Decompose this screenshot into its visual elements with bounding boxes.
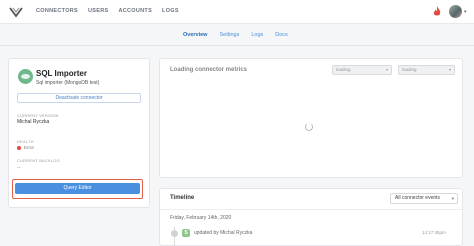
backlog-label: CURRENT BACKLOG xyxy=(17,158,60,163)
query-editor-button[interactable]: Query Editor xyxy=(15,183,140,194)
version-label: CURRENT VERSION xyxy=(17,113,59,118)
timeline-card: Timeline All connector events ▾ Friday, … xyxy=(159,188,463,246)
timeline-date: Friday, February 14th, 2020 xyxy=(170,215,232,221)
connector-subtitle: Sql importer (MongoDB test) xyxy=(36,80,100,86)
avatar[interactable] xyxy=(449,5,462,18)
tab-settings[interactable]: Settings xyxy=(219,32,239,38)
logo-icon[interactable] xyxy=(9,6,23,18)
timeline-title: Timeline xyxy=(170,195,195,201)
nav-connectors[interactable]: CONNECTORS xyxy=(36,8,78,14)
divider xyxy=(160,209,462,210)
connector-title: SQL Importer xyxy=(36,69,87,78)
flame-icon[interactable] xyxy=(433,6,441,17)
nav-accounts[interactable]: ACCOUNTS xyxy=(118,8,152,14)
metrics-select-2-value: loading xyxy=(402,67,417,72)
backlog-value: -- xyxy=(17,165,21,171)
loading-spinner-icon xyxy=(305,123,313,131)
health-status: Error xyxy=(17,145,34,151)
health-value: Error xyxy=(24,145,34,151)
event-time: 14:17:45pm xyxy=(422,230,446,235)
metrics-select-1[interactable]: loading ▾ xyxy=(332,65,392,75)
metrics-card: Loading connector metrics loading ▾ load… xyxy=(159,58,463,178)
deactivate-button[interactable]: Deactivate connector xyxy=(17,93,141,103)
events-filter-value: All connector events xyxy=(395,195,441,201)
chevron-down-icon: ▾ xyxy=(385,67,388,72)
chevron-down-icon: ▾ xyxy=(448,67,451,72)
sub-navigation: Overview Settings Logs Docs xyxy=(0,24,474,46)
health-label: HEALTH xyxy=(17,139,34,144)
chevron-down-icon[interactable]: ▾ xyxy=(464,9,467,15)
nav-users[interactable]: USERS xyxy=(88,8,108,14)
nav-logs[interactable]: LOGS xyxy=(162,8,179,14)
metrics-select-1-value: loading xyxy=(336,67,351,72)
event-text: updated by Michal Ryczka xyxy=(194,230,253,236)
chevron-down-icon: ▾ xyxy=(451,196,454,201)
tab-overview[interactable]: Overview xyxy=(183,32,207,38)
metrics-title: Loading connector metrics xyxy=(170,67,248,73)
database-icon xyxy=(18,69,33,84)
tab-logs[interactable]: Logs xyxy=(251,32,263,38)
version-value: Michal Ryczka xyxy=(17,119,50,125)
metrics-select-2[interactable]: loading ▾ xyxy=(398,65,455,75)
tab-docs[interactable]: Docs xyxy=(275,32,288,38)
event-badge: S xyxy=(182,229,190,237)
top-navbar: CONNECTORS USERS ACCOUNTS LOGS ▾ xyxy=(0,0,474,24)
timeline-dot-icon xyxy=(171,230,178,237)
events-filter-select[interactable]: All connector events ▾ xyxy=(390,193,458,204)
error-status-icon xyxy=(17,145,21,150)
